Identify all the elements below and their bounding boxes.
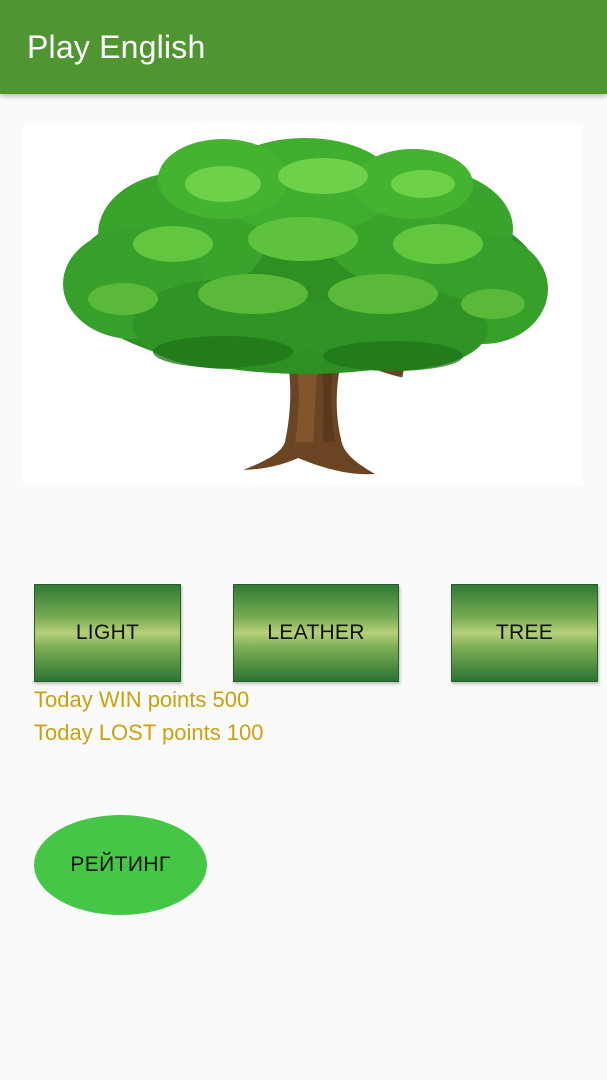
answer-button-tree[interactable]: TREE [451, 584, 598, 682]
win-points-text: Today WIN points 500 [34, 687, 250, 712]
answer-button-light[interactable]: LIGHT [34, 584, 181, 682]
rating-button[interactable]: РЕЙТИНГ [34, 815, 207, 915]
lost-points-text: Today LOST points 100 [34, 720, 264, 745]
answer-button-label: LEATHER [267, 621, 365, 644]
answer-button-label: LIGHT [75, 621, 140, 644]
rating-button-label: РЕЙТИНГ [70, 853, 171, 876]
tree-illustration-icon [63, 138, 548, 475]
app-screen: Play English LIGHT LEATHER TREE Today WI… [0, 0, 607, 1080]
app-bar: Play English [0, 0, 607, 94]
question-image [23, 124, 583, 486]
answer-button-leather[interactable]: LEATHER [233, 584, 399, 682]
answer-button-label: TREE [495, 621, 554, 644]
app-title: Play English [27, 29, 206, 65]
